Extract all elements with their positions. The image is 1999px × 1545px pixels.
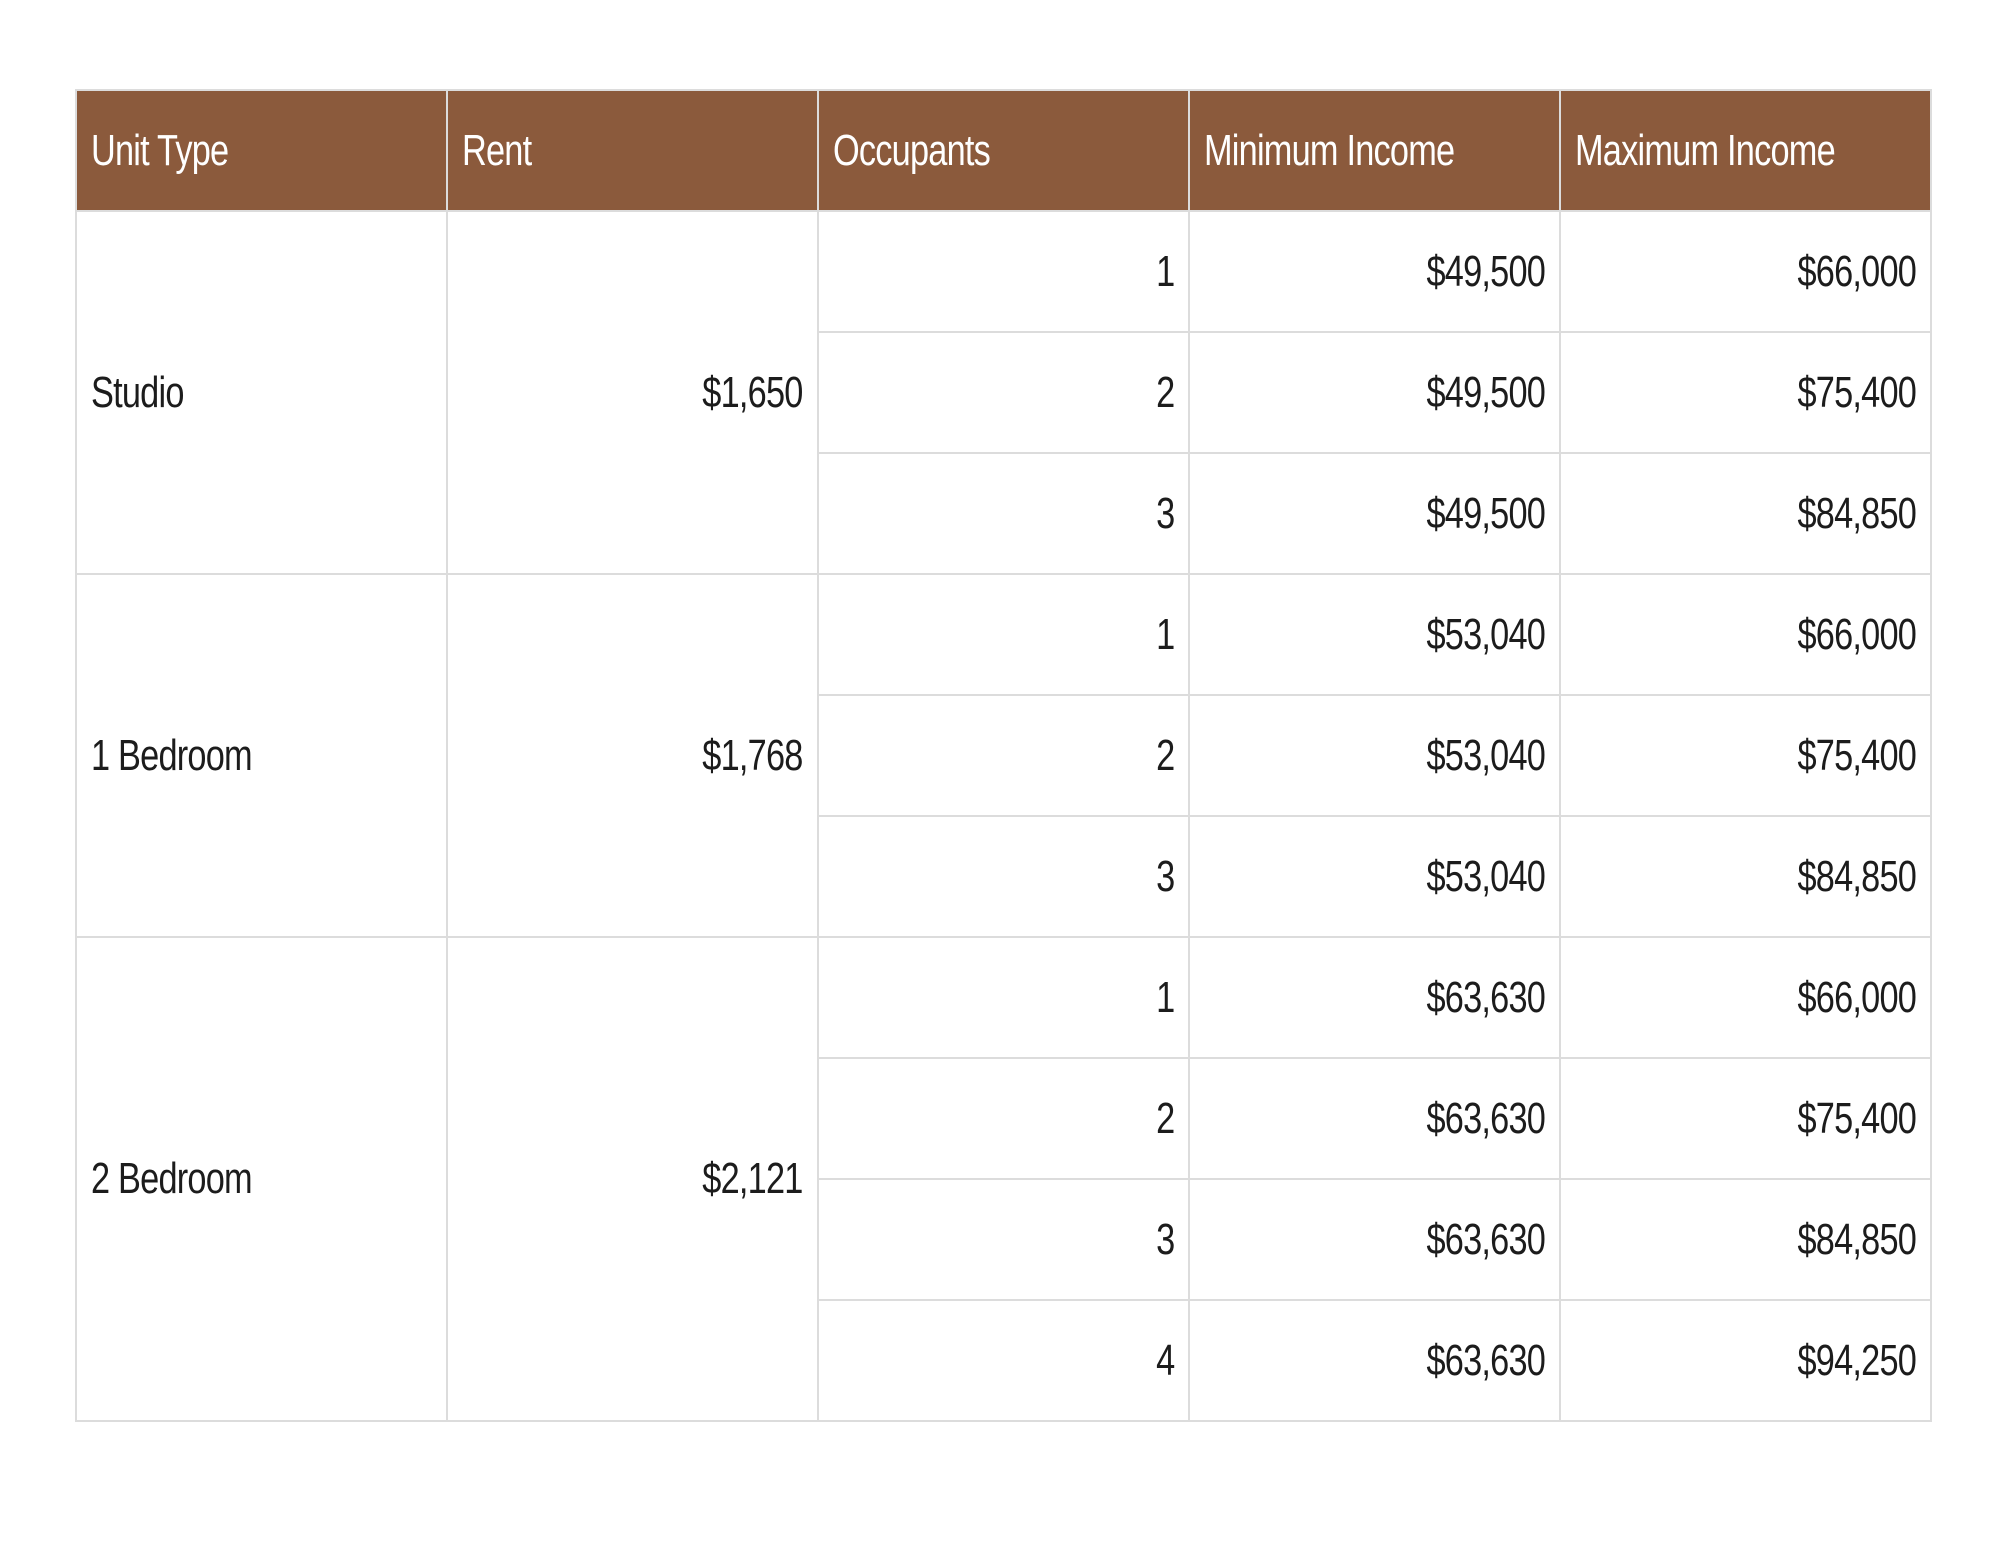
occupants-value: 1 bbox=[1155, 609, 1175, 659]
max-income-value: $84,850 bbox=[1797, 488, 1916, 538]
occupants-cell: 1 bbox=[817, 210, 1190, 333]
min-income-cell: $49,500 bbox=[1188, 210, 1561, 333]
max-income-cell: $66,000 bbox=[1559, 936, 1932, 1059]
header-maximum-income: Maximum Income bbox=[1559, 89, 1932, 212]
header-maximum-income-label: Maximum Income bbox=[1575, 125, 1836, 175]
table-body: Studio $1,650 1 $49,500 $66,000 2 $49,50… bbox=[75, 210, 1932, 1422]
min-income-value: $49,500 bbox=[1426, 488, 1545, 538]
rent-2-bedroom: $2,121 bbox=[702, 1154, 804, 1203]
header-rent-label: Rent bbox=[462, 125, 532, 175]
min-income-value: $63,630 bbox=[1426, 1335, 1545, 1385]
min-income-cell: $63,630 bbox=[1188, 1299, 1561, 1422]
header-rent: Rent bbox=[446, 89, 819, 212]
max-income-cell: $66,000 bbox=[1559, 573, 1932, 696]
occupants-value: 3 bbox=[1155, 851, 1175, 901]
min-income-value: $63,630 bbox=[1426, 972, 1545, 1022]
max-income-value: $94,250 bbox=[1797, 1335, 1916, 1385]
min-income-value: $49,500 bbox=[1426, 246, 1545, 296]
max-income-value: $84,850 bbox=[1797, 851, 1916, 901]
max-income-cell: $75,400 bbox=[1559, 694, 1932, 817]
occupants-cell: 3 bbox=[817, 1178, 1190, 1301]
unit-type-studio: Studio bbox=[91, 367, 184, 417]
occupants-value: 1 bbox=[1155, 246, 1175, 296]
min-income-cell: $63,630 bbox=[1188, 1178, 1561, 1301]
occupants-cell: 3 bbox=[817, 815, 1190, 938]
unit-type-cell: 2 Bedroom bbox=[75, 936, 448, 1422]
min-income-cell: $49,500 bbox=[1188, 331, 1561, 454]
header-occupants-label: Occupants bbox=[833, 125, 991, 175]
unit-type-cell: Studio bbox=[75, 210, 448, 575]
income-table-container: Unit Type Rent Occupants Minimum Income … bbox=[75, 89, 1932, 1422]
unit-type-1-bedroom: 1 Bedroom bbox=[91, 730, 253, 780]
occupants-cell: 2 bbox=[817, 694, 1190, 817]
rent-cell: $1,650 bbox=[446, 210, 819, 575]
max-income-cell: $84,850 bbox=[1559, 815, 1932, 938]
max-income-cell: $94,250 bbox=[1559, 1299, 1932, 1422]
min-income-cell: $63,630 bbox=[1188, 936, 1561, 1059]
occupants-cell: 4 bbox=[817, 1299, 1190, 1422]
rent-cell: $2,121 bbox=[446, 936, 819, 1422]
occupants-cell: 2 bbox=[817, 331, 1190, 454]
max-income-value: $75,400 bbox=[1797, 367, 1916, 417]
header-occupants: Occupants bbox=[817, 89, 1190, 212]
occupants-value: 3 bbox=[1155, 1214, 1175, 1264]
rent-studio: $1,650 bbox=[702, 367, 804, 417]
occupants-cell: 1 bbox=[817, 936, 1190, 1059]
min-income-value: $53,040 bbox=[1426, 851, 1545, 901]
max-income-value: $75,400 bbox=[1797, 1093, 1916, 1143]
unit-type-cell: 1 Bedroom bbox=[75, 573, 448, 938]
min-income-value: $49,500 bbox=[1426, 367, 1545, 417]
max-income-cell: $75,400 bbox=[1559, 1057, 1932, 1180]
table-header: Unit Type Rent Occupants Minimum Income … bbox=[75, 89, 1932, 212]
occupants-value: 4 bbox=[1155, 1335, 1175, 1385]
max-income-cell: $75,400 bbox=[1559, 331, 1932, 454]
rent-cell: $1,768 bbox=[446, 573, 819, 938]
occupants-cell: 3 bbox=[817, 452, 1190, 575]
max-income-value: $75,400 bbox=[1797, 730, 1916, 780]
header-unit-type: Unit Type bbox=[75, 89, 448, 212]
table-row: 1 Bedroom $1,768 1 $53,040 $66,000 bbox=[75, 573, 1932, 938]
income-limits-table: Unit Type Rent Occupants Minimum Income … bbox=[75, 89, 1932, 1422]
min-income-value: $63,630 bbox=[1426, 1093, 1545, 1143]
table-row: Studio $1,650 1 $49,500 $66,000 bbox=[75, 210, 1932, 575]
min-income-cell: $53,040 bbox=[1188, 815, 1561, 938]
min-income-cell: $49,500 bbox=[1188, 452, 1561, 575]
max-income-cell: $84,850 bbox=[1559, 452, 1932, 575]
max-income-cell: $84,850 bbox=[1559, 1178, 1932, 1301]
occupants-value: 3 bbox=[1155, 488, 1175, 538]
occupants-value: 2 bbox=[1155, 1093, 1175, 1143]
max-income-value: $66,000 bbox=[1797, 609, 1916, 659]
header-minimum-income: Minimum Income bbox=[1188, 89, 1561, 212]
occupants-value: 2 bbox=[1155, 367, 1175, 417]
rent-1-bedroom: $1,768 bbox=[702, 730, 804, 780]
min-income-cell: $53,040 bbox=[1188, 694, 1561, 817]
header-row: Unit Type Rent Occupants Minimum Income … bbox=[75, 89, 1932, 212]
table-row: 2 Bedroom $2,121 1 $63,630 $66,000 bbox=[75, 936, 1932, 1422]
max-income-value: $66,000 bbox=[1797, 246, 1916, 296]
max-income-value: $84,850 bbox=[1797, 1214, 1916, 1264]
max-income-value: $66,000 bbox=[1797, 972, 1916, 1022]
header-minimum-income-label: Minimum Income bbox=[1204, 125, 1455, 175]
min-income-cell: $63,630 bbox=[1188, 1057, 1561, 1180]
occupants-cell: 2 bbox=[817, 1057, 1190, 1180]
occupants-value: 1 bbox=[1155, 972, 1175, 1022]
min-income-value: $63,630 bbox=[1426, 1214, 1545, 1264]
unit-type-2-bedroom: 2 Bedroom bbox=[91, 1154, 253, 1203]
occupants-value: 2 bbox=[1155, 730, 1175, 780]
min-income-cell: $53,040 bbox=[1188, 573, 1561, 696]
min-income-value: $53,040 bbox=[1426, 730, 1545, 780]
header-unit-type-label: Unit Type bbox=[91, 125, 229, 175]
min-income-value: $53,040 bbox=[1426, 609, 1545, 659]
max-income-cell: $66,000 bbox=[1559, 210, 1932, 333]
occupants-cell: 1 bbox=[817, 573, 1190, 696]
